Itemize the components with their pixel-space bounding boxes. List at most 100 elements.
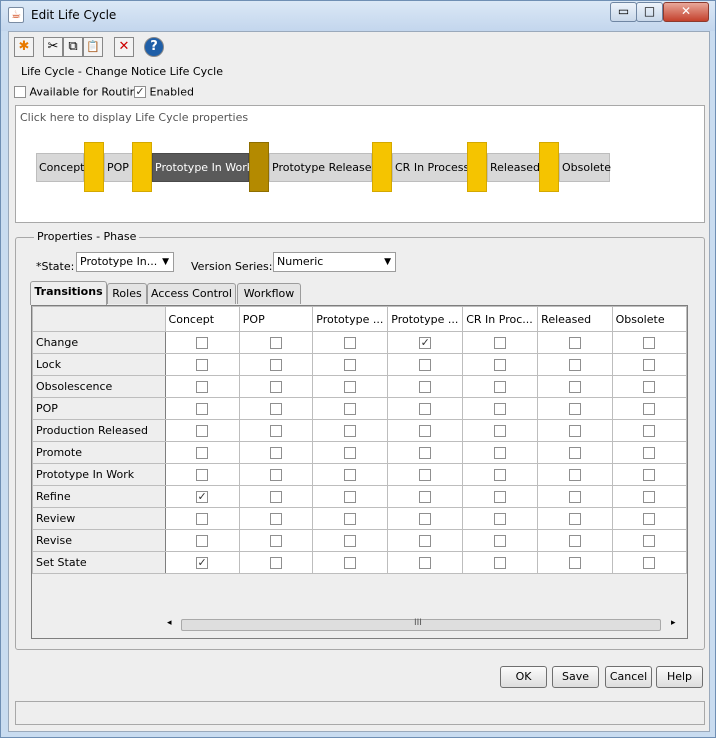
transition-checkbox[interactable] [270, 447, 283, 459]
transition-checkbox[interactable] [344, 425, 357, 437]
column-header[interactable]: Concept [164, 306, 240, 332]
transition-checkbox[interactable] [494, 337, 507, 349]
column-header[interactable]: Obsolete [611, 306, 687, 332]
help-button[interactable]: Help [656, 666, 703, 688]
transition-checkbox[interactable] [568, 359, 581, 371]
transition-checkbox[interactable] [494, 535, 507, 547]
stage-released[interactable]: Released [487, 153, 540, 182]
transition-checkbox[interactable] [643, 491, 656, 503]
transition-checkbox[interactable] [419, 359, 432, 371]
transition-checkbox[interactable] [344, 403, 357, 415]
transition-checkbox[interactable] [419, 557, 432, 569]
transition-checkbox[interactable] [344, 381, 357, 393]
diagram-hint[interactable]: Click here to display Life Cycle propert… [20, 111, 248, 124]
copy-icon[interactable]: ⧉ [63, 37, 83, 57]
transition-checkbox[interactable] [568, 469, 581, 481]
minimize-button[interactable]: ▭ [610, 2, 637, 22]
gate-released[interactable] [539, 142, 559, 192]
transition-checkbox[interactable]: ✓ [196, 491, 209, 503]
transition-checkbox[interactable] [196, 359, 209, 371]
maximize-button[interactable]: □ [636, 2, 663, 22]
transition-checkbox[interactable] [568, 403, 581, 415]
tab-transitions[interactable]: Transitions [30, 281, 107, 305]
transition-checkbox[interactable] [344, 535, 357, 547]
delete-icon[interactable]: ✕ [114, 37, 134, 57]
scroll-right-icon[interactable]: ▸ [671, 618, 676, 628]
transition-checkbox[interactable] [270, 337, 283, 349]
transition-checkbox[interactable] [568, 535, 581, 547]
transition-checkbox[interactable] [494, 447, 507, 459]
paste-icon[interactable]: 📋 [83, 37, 103, 57]
checkbox-box[interactable]: ✓ [134, 86, 146, 98]
transition-checkbox[interactable] [196, 469, 209, 481]
transition-checkbox[interactable] [643, 337, 656, 349]
transition-checkbox[interactable] [196, 513, 209, 525]
transition-checkbox[interactable] [568, 513, 581, 525]
transition-checkbox[interactable] [344, 469, 357, 481]
scroll-left-icon[interactable]: ◂ [167, 618, 172, 628]
stage-cr-in-process[interactable]: CR In Process [392, 153, 469, 182]
transition-checkbox[interactable] [568, 337, 581, 349]
transition-checkbox[interactable] [270, 557, 283, 569]
transition-checkbox[interactable]: ✓ [196, 557, 209, 569]
stage-concept[interactable]: Concept [36, 153, 85, 182]
transition-checkbox[interactable] [344, 337, 357, 349]
transition-checkbox[interactable] [270, 403, 283, 415]
transition-checkbox[interactable] [270, 513, 283, 525]
ok-button[interactable]: OK [500, 666, 547, 688]
cancel-button[interactable]: Cancel [605, 666, 652, 688]
transition-checkbox[interactable] [494, 469, 507, 481]
column-header[interactable]: Released [537, 306, 613, 332]
gate-cr-in-process[interactable] [467, 142, 487, 192]
transition-checkbox[interactable] [196, 337, 209, 349]
gate-prototype-in-work[interactable] [249, 142, 269, 192]
column-header[interactable]: Prototype ... [312, 306, 389, 332]
stage-prototype-in-work[interactable]: Prototype In Work [152, 153, 253, 182]
transition-checkbox[interactable] [643, 447, 656, 459]
transition-checkbox[interactable] [419, 381, 432, 393]
transition-checkbox[interactable] [494, 425, 507, 437]
transition-checkbox[interactable] [270, 469, 283, 481]
transition-checkbox[interactable] [196, 381, 209, 393]
transition-checkbox[interactable] [196, 403, 209, 415]
transition-checkbox[interactable] [643, 535, 656, 547]
transition-checkbox[interactable] [643, 403, 656, 415]
title-bar[interactable]: ☕ Edit Life Cycle ▭ □ ✕ [1, 1, 715, 31]
transition-checkbox[interactable] [643, 557, 656, 569]
transition-checkbox[interactable] [494, 557, 507, 569]
available-for-routing-checkbox[interactable]: Available for Routing [14, 85, 144, 99]
transition-checkbox[interactable] [419, 403, 432, 415]
stage-obsolete[interactable]: Obsolete [559, 153, 611, 182]
tab-workflow[interactable]: Workflow [237, 283, 301, 304]
column-header[interactable]: POP [238, 306, 314, 332]
scrollbar-thumb[interactable]: III [181, 618, 661, 631]
transition-checkbox[interactable] [568, 447, 581, 459]
transition-checkbox[interactable] [419, 425, 432, 437]
transition-checkbox[interactable] [344, 513, 357, 525]
stage-pop[interactable]: POP [104, 153, 133, 182]
transition-checkbox[interactable] [196, 535, 209, 547]
gate-prototype-released[interactable] [372, 142, 392, 192]
enabled-checkbox[interactable]: ✓ Enabled [134, 85, 194, 99]
column-header[interactable]: Prototype ... [387, 306, 464, 332]
transition-checkbox[interactable] [568, 425, 581, 437]
transition-checkbox[interactable] [344, 557, 357, 569]
lifecycle-diagram[interactable]: Click here to display Life Cycle propert… [15, 105, 705, 223]
transition-checkbox[interactable] [196, 447, 209, 459]
checkbox-box[interactable] [14, 86, 26, 98]
transition-checkbox[interactable] [568, 491, 581, 503]
transition-checkbox[interactable] [196, 425, 209, 437]
tab-access-control[interactable]: Access Control [147, 283, 236, 304]
transition-checkbox[interactable] [419, 469, 432, 481]
transition-checkbox[interactable] [494, 403, 507, 415]
gate-pop-prototype[interactable] [132, 142, 152, 192]
transition-checkbox[interactable] [344, 447, 357, 459]
close-button[interactable]: ✕ [663, 2, 709, 22]
version-series-dropdown[interactable]: Numeric ▼ [273, 252, 396, 272]
help-icon[interactable]: ? [144, 37, 164, 57]
transition-checkbox[interactable] [494, 359, 507, 371]
transition-checkbox[interactable] [419, 513, 432, 525]
cut-icon[interactable]: ✂ [43, 37, 63, 57]
column-header[interactable]: CR In Proc... [462, 306, 539, 332]
tab-roles[interactable]: Roles [107, 283, 147, 304]
